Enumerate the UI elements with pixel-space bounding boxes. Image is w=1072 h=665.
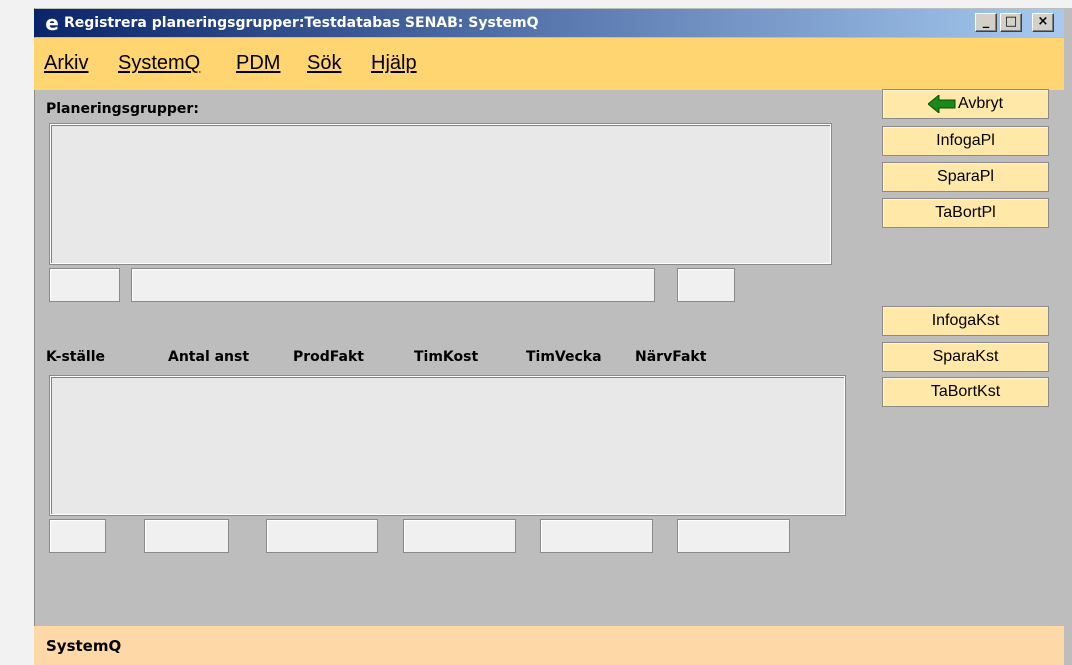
maximize-button[interactable]: □ (1000, 13, 1022, 32)
planning-list[interactable] (50, 124, 831, 264)
menu-sok[interactable]: Sök (307, 49, 341, 77)
arrow-left-icon (927, 93, 956, 114)
column-timkost: TimKost (414, 349, 479, 365)
timkost-field[interactable] (403, 519, 516, 553)
column-antal-anst: Antal anst (168, 349, 250, 365)
status-bar (34, 626, 1064, 665)
column-k-stalle: K-ställe (46, 349, 106, 365)
spara-kst-button[interactable]: SparaKst (882, 342, 1049, 372)
avbryt-button[interactable]: Avbryt (882, 89, 1049, 119)
tabort-kst-button[interactable]: TaBortKst (882, 377, 1049, 407)
avbryt-label: Avbryt (957, 95, 1004, 112)
prodfakt-field[interactable] (266, 519, 378, 553)
planning-name-field[interactable] (131, 268, 655, 302)
kst-list[interactable] (50, 376, 845, 515)
antal-anst-field[interactable] (144, 519, 229, 553)
column-prodfakt: ProdFakt (293, 349, 364, 365)
k-stalle-field[interactable] (49, 519, 106, 553)
narvfakt-field[interactable] (677, 519, 790, 553)
tabort-pl-button[interactable]: TaBortPl (882, 198, 1049, 228)
timvecka-field[interactable] (540, 519, 653, 553)
close-button[interactable]: × (1032, 13, 1054, 32)
planning-code-field[interactable] (49, 268, 120, 302)
infoga-kst-button[interactable]: InfogaKst (882, 306, 1049, 336)
menu-hjalp[interactable]: Hjälp (371, 49, 417, 77)
planning-extra-field[interactable] (677, 268, 735, 302)
menu-systemq[interactable]: SystemQ (118, 49, 200, 77)
minimize-button[interactable]: _ (975, 13, 997, 32)
column-timvecka: TimVecka (526, 349, 602, 365)
status-text: SystemQ (46, 637, 122, 655)
infoga-pl-button[interactable]: InfogaPl (882, 126, 1049, 156)
browser-icon: e (45, 11, 59, 35)
column-narvfakt: NärvFakt (635, 349, 707, 365)
menu-arkiv[interactable]: Arkiv (44, 49, 88, 77)
planning-heading: Planeringsgrupper: (46, 101, 199, 117)
window-title: Registrera planeringsgrupper:Testdatabas… (64, 15, 539, 31)
menu-pdm[interactable]: PDM (236, 49, 280, 77)
spara-pl-button[interactable]: SparaPl (882, 162, 1049, 192)
